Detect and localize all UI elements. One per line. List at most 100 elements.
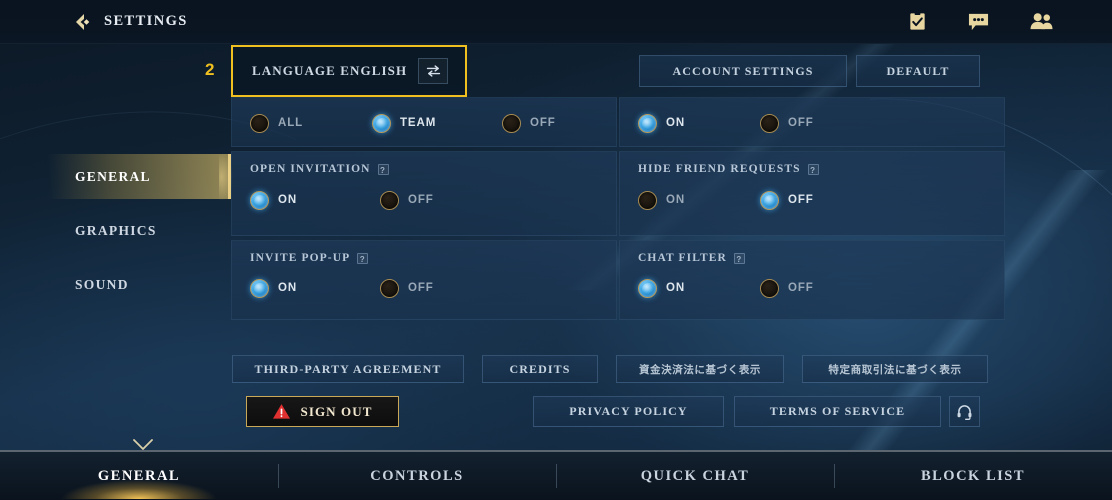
radio-label: OFF — [788, 117, 814, 129]
radio-label: ON — [278, 282, 298, 294]
tab-general[interactable]: GENERAL — [0, 468, 278, 485]
support-button[interactable] — [949, 396, 980, 427]
radio-option-off[interactable]: OFF — [760, 190, 814, 210]
radio-dot — [380, 278, 399, 298]
radio-option-off[interactable]: OFF — [380, 190, 434, 210]
help-icon[interactable]: ? — [807, 163, 819, 175]
page-title: SETTINGS — [104, 13, 188, 29]
chevron-down-icon — [132, 438, 154, 450]
radio-dot — [760, 113, 779, 133]
settings-column-left: ALL TEAM OFF OPEN INVITATION ? ON OFF IN… — [231, 97, 617, 324]
setting-card-invite-popup: INVITE POP-UP ? ON OFF — [231, 240, 617, 320]
setting-title-invite-popup: INVITE POP-UP ? — [232, 241, 616, 264]
setting-card-chat-filter: CHAT FILTER ? ON OFF — [619, 240, 1005, 320]
radio-label: ON — [666, 117, 686, 129]
tab-label: CONTROLS — [370, 467, 464, 484]
button-label: 資金決済法に基づく表示 — [638, 363, 762, 376]
friends-icon[interactable] — [1029, 11, 1054, 32]
tab-block-list[interactable]: BLOCK LIST — [834, 468, 1112, 485]
radio-label: ON — [666, 194, 686, 206]
button-label: SIGN OUT — [300, 403, 373, 419]
header-icon-group — [907, 11, 1054, 32]
radio-option-team[interactable]: TEAM — [372, 113, 502, 133]
language-label: LANGUAGE ENGLISH — [252, 63, 408, 78]
radio-option-off[interactable]: OFF — [502, 113, 556, 133]
sidebar-item-label: GENERAL — [75, 168, 151, 184]
sign-out-button[interactable]: SIGN OUT — [246, 396, 399, 427]
language-selector[interactable]: LANGUAGE ENGLISH — [231, 45, 467, 97]
headset-support-icon — [956, 403, 973, 420]
button-label: TERMS OF SERVICE — [769, 404, 906, 418]
radio-option-all[interactable]: ALL — [250, 113, 372, 133]
third-party-agreement-button[interactable]: THIRD-PARTY AGREEMENT — [232, 355, 464, 383]
chat-bubble-icon[interactable] — [967, 11, 990, 32]
terms-of-service-button[interactable]: TERMS OF SERVICE — [734, 396, 941, 427]
sidebar-item-sound[interactable]: SOUND — [48, 262, 231, 307]
radio-dot-selected — [372, 113, 391, 133]
tab-controls[interactable]: CONTROLS — [278, 468, 556, 485]
radio-dot — [502, 113, 521, 133]
radio-label: OFF — [408, 194, 434, 206]
button-label: CREDITS — [509, 361, 571, 376]
sidebar-item-graphics[interactable]: GRAPHICS — [48, 208, 231, 253]
sidebar-item-label: SOUND — [75, 276, 129, 292]
radio-label: OFF — [530, 117, 556, 129]
setting-label: HIDE FRIEND REQUESTS — [638, 163, 801, 175]
setting-label: INVITE POP-UP — [250, 252, 351, 264]
tab-quick-chat[interactable]: QUICK CHAT — [556, 468, 834, 485]
help-icon[interactable]: ? — [357, 252, 369, 264]
setting-label: CHAT FILTER — [638, 252, 727, 264]
sidebar-nav: GENERAL GRAPHICS SOUND — [0, 44, 245, 450]
account-settings-button[interactable]: ACCOUNT SETTINGS — [639, 55, 847, 87]
setting-title-chat-filter: CHAT FILTER ? — [620, 241, 1004, 264]
tab-label: BLOCK LIST — [920, 467, 1026, 484]
setting-card-hide-friend-requests: HIDE FRIEND REQUESTS ? ON OFF — [619, 151, 1005, 236]
radio-option-on[interactable]: ON — [250, 278, 380, 298]
radio-label: ON — [278, 194, 298, 206]
radio-label: ALL — [278, 117, 304, 129]
radio-dot — [638, 190, 657, 210]
radio-option-on[interactable]: ON — [250, 190, 380, 210]
setting-card-chat-scope: ALL TEAM OFF — [231, 97, 617, 147]
radio-dot-selected — [638, 278, 657, 298]
credits-button[interactable]: CREDITS — [482, 355, 598, 383]
radio-dot-selected — [760, 190, 779, 210]
privacy-policy-button[interactable]: PRIVACY POLICY — [533, 396, 724, 427]
header-bar: SETTINGS — [0, 0, 1112, 44]
tab-label: QUICK CHAT — [640, 467, 750, 484]
back-arrow-icon[interactable] — [71, 11, 93, 33]
radio-option-on[interactable]: ON — [638, 278, 760, 298]
swap-arrows-icon[interactable] — [418, 58, 449, 84]
tab-label: GENERAL — [97, 467, 181, 484]
sidebar-item-label: GRAPHICS — [75, 222, 157, 238]
radio-label: OFF — [788, 282, 814, 294]
warning-triangle-icon — [272, 403, 291, 420]
radio-option-off[interactable]: OFF — [380, 278, 434, 298]
sidebar-item-general[interactable]: GENERAL — [48, 144, 245, 210]
radio-dot — [250, 113, 269, 133]
setting-label: OPEN INVITATION — [250, 163, 371, 175]
default-button[interactable]: DEFAULT — [856, 55, 980, 87]
radio-dot-selected — [250, 190, 269, 210]
settings-screen: SETTINGS GENERAL GRAPHICS SOUND ALL TEAM… — [0, 0, 1112, 500]
funds-settlement-act-button[interactable]: 資金決済法に基づく表示 — [616, 355, 784, 383]
specified-commercial-transactions-button[interactable]: 特定商取引法に基づく表示 — [802, 355, 988, 383]
radio-option-on[interactable]: ON — [638, 113, 760, 133]
radio-option-on[interactable]: ON — [638, 190, 760, 210]
help-icon[interactable]: ? — [377, 163, 389, 175]
button-label: DEFAULT — [886, 63, 950, 78]
radio-label: OFF — [788, 194, 814, 206]
radio-dot-selected — [638, 113, 657, 133]
radio-option-off[interactable]: OFF — [760, 278, 814, 298]
radio-dot-selected — [250, 278, 269, 298]
radio-label: TEAM — [400, 117, 437, 129]
help-icon[interactable]: ? — [733, 252, 745, 264]
button-label: 特定商取引法に基づく表示 — [828, 363, 962, 376]
settings-column-right: ON OFF HIDE FRIEND REQUESTS ? ON OFF CHA… — [619, 97, 1005, 324]
radio-option-off[interactable]: OFF — [760, 113, 814, 133]
button-label: THIRD-PARTY AGREEMENT — [254, 361, 442, 376]
bottom-tab-bar: GENERAL CONTROLS QUICK CHAT BLOCK LIST — [0, 450, 1112, 500]
mission-checklist-icon[interactable] — [907, 11, 928, 32]
setting-card-notifications: ON OFF — [619, 97, 1005, 147]
radio-dot — [380, 190, 399, 210]
